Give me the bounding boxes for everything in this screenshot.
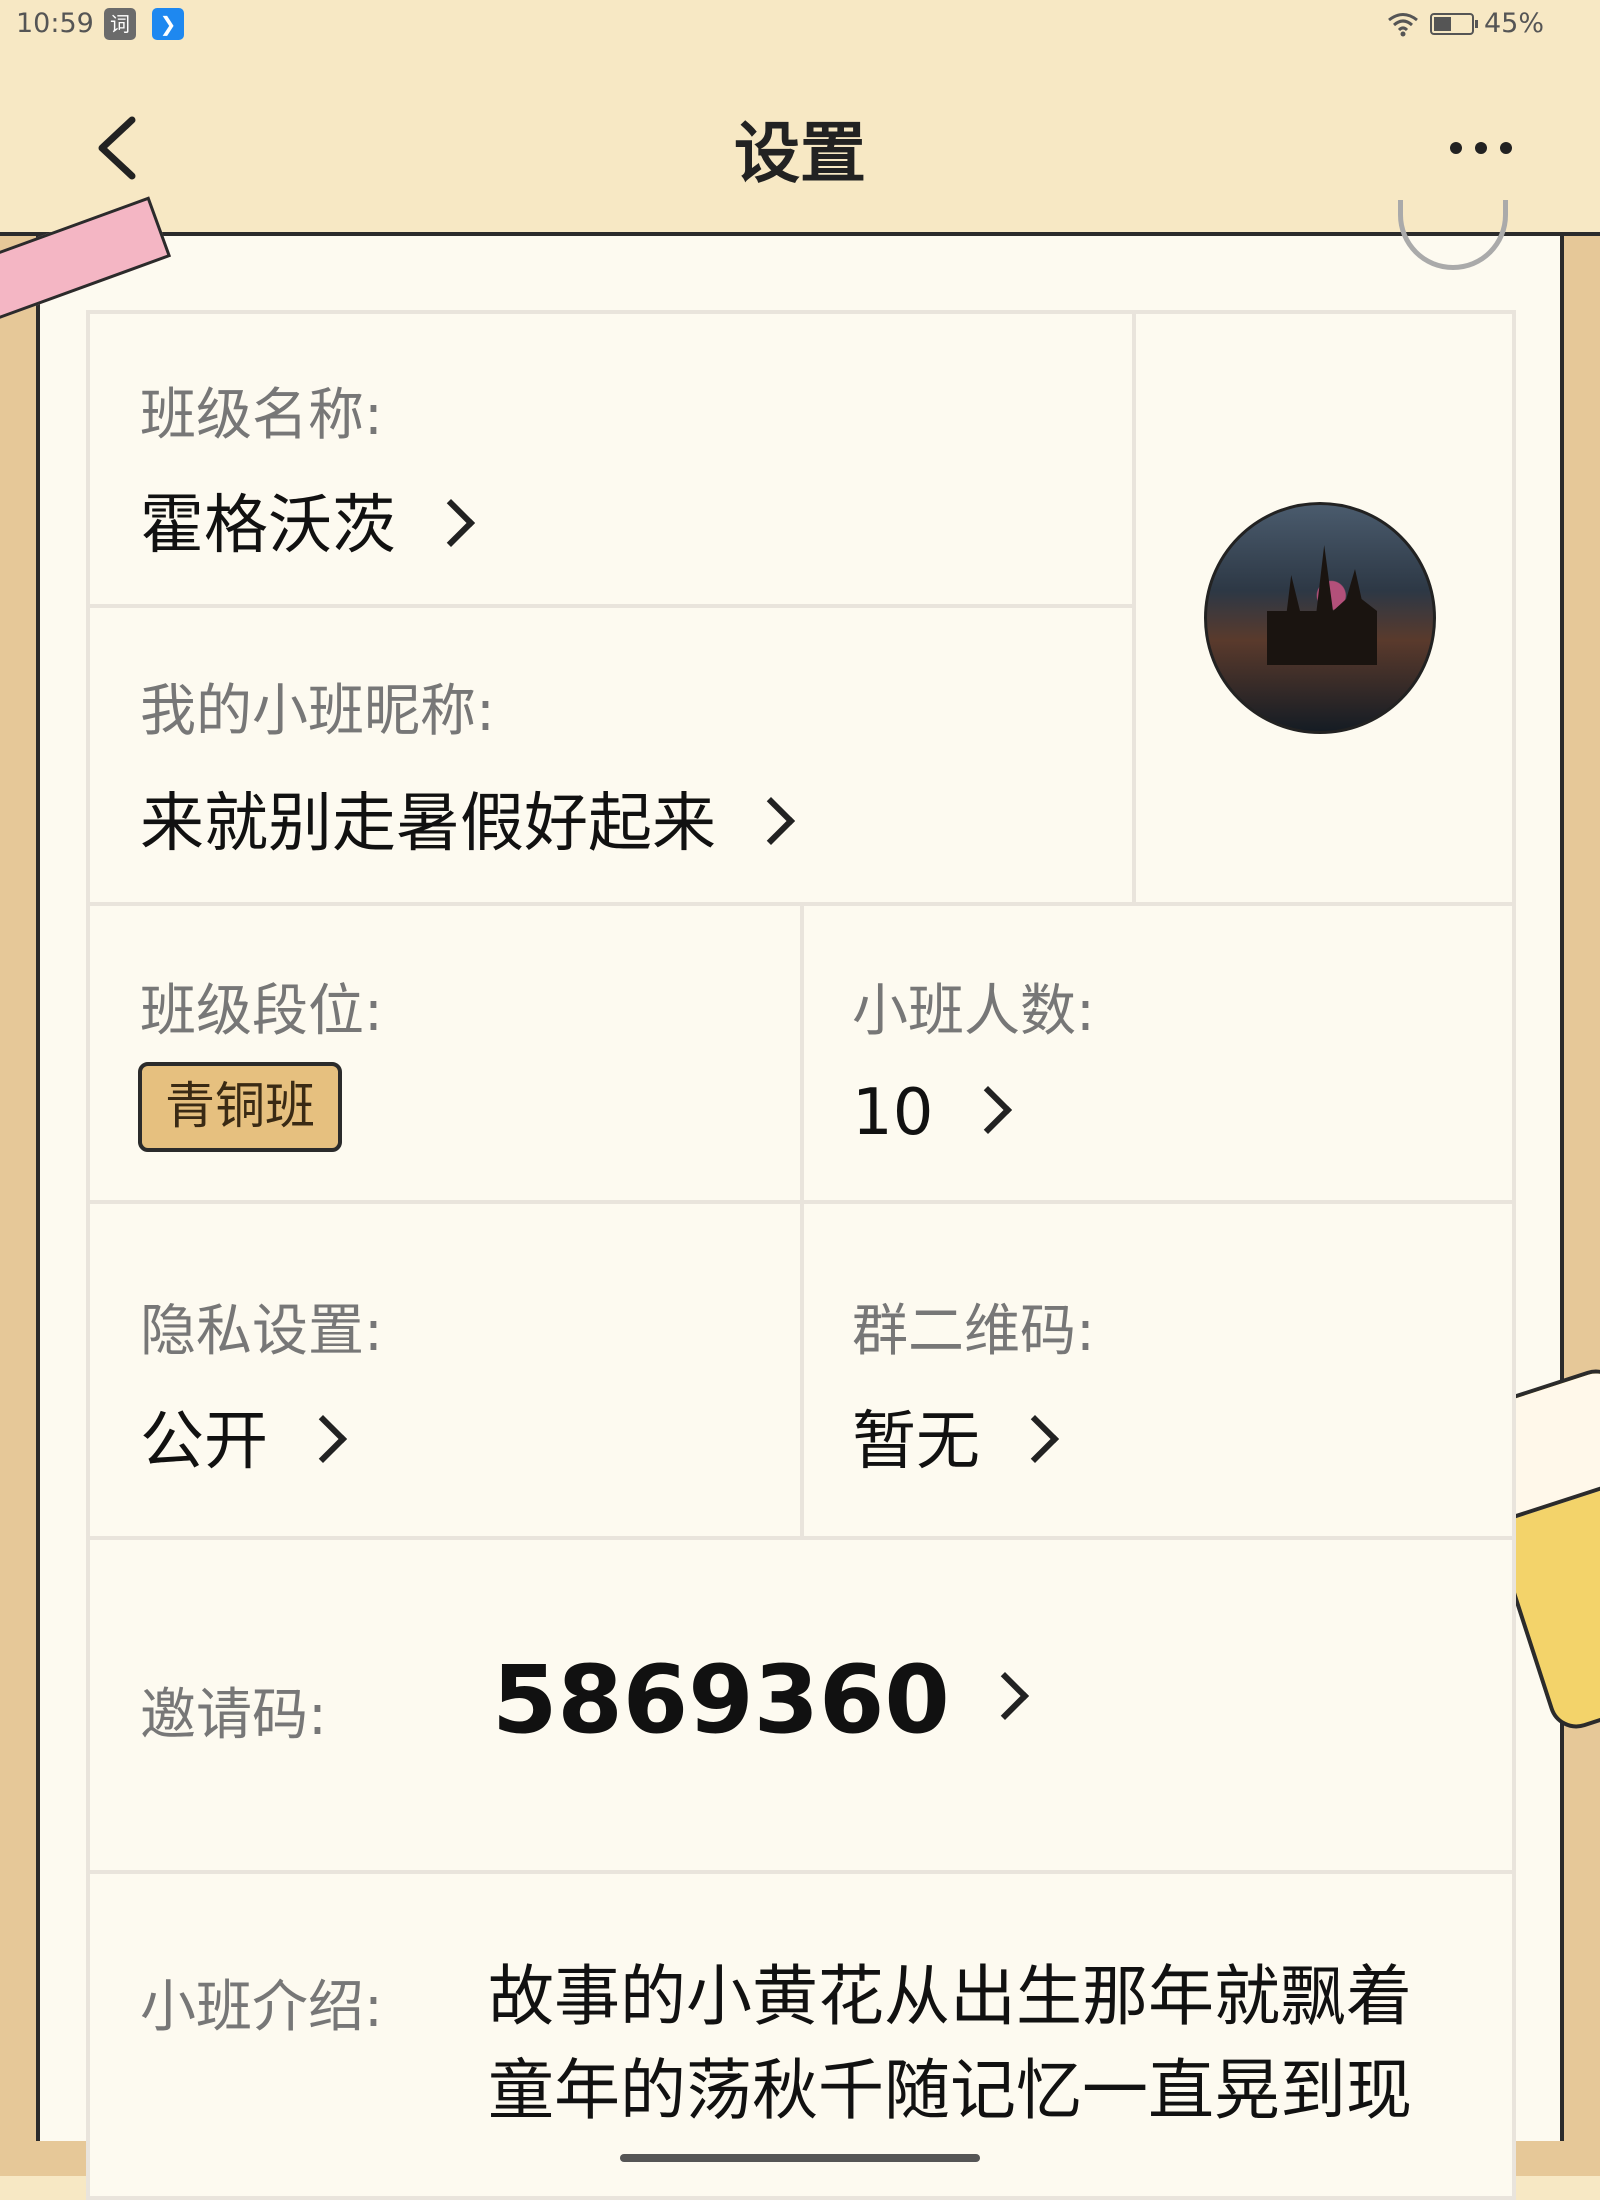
class-name-value-wrap: 霍格沃茨 [140,474,476,566]
class-rank-cell: 班级段位: [86,902,804,1204]
chevron-right-icon [1010,1415,1060,1464]
more-dots-icon [1450,142,1512,154]
status-time: 10:59 [16,8,94,39]
member-count-label: 小班人数: [852,979,1095,1044]
nickname-value: 来就别走暑假好起来 [140,787,716,861]
invite-code-value: 5869360 [492,1646,950,1755]
privacy-label: 隐私设置: [140,1299,383,1364]
nickname-label: 我的小班昵称: [140,679,495,744]
qr-code-label: 群二维码: [852,1299,1095,1364]
member-count-value-wrap: 10 [852,1076,1013,1150]
class-name-label: 班级名称: [140,383,383,448]
qr-code-row[interactable]: 群二维码: 暂无 [800,1200,1516,1540]
chevron-right-icon [964,1086,1013,1135]
battery-percent: 45% [1483,8,1544,39]
class-name-row[interactable]: 班级名称: 霍格沃茨 [86,310,1136,608]
privacy-value: 公开 [140,1405,268,1479]
class-avatar[interactable] [1204,502,1436,734]
rank-badge: 青铜班 [138,1062,342,1152]
invite-code-row[interactable]: 邀请码: 5869360 [86,1536,1516,1874]
class-intro-text: 故事的小黄花从出生那年就飘着童年的荡秋千随记忆一直晃到现 [488,1958,1412,2129]
nickname-row[interactable]: 我的小班昵称: 来就别走暑假好起来 [86,604,1136,906]
qr-code-value-wrap: 暂无 [852,1390,1060,1482]
class-rank-label: 班级段位: [140,979,383,1044]
member-count-row[interactable]: 小班人数: 10 [800,902,1516,1204]
privacy-value-wrap: 公开 [140,1390,348,1482]
battery-icon [1429,12,1478,35]
dictionary-app-icon: 词 [104,8,136,40]
chevron-right-icon [426,499,476,548]
home-indicator[interactable] [620,2154,980,2162]
class-intro-label: 小班介绍: [140,1975,383,2040]
page-title: 设置 [734,115,866,192]
chevron-right-icon [298,1415,348,1464]
header-bar: 设置 [0,50,1600,236]
invite-code-value-wrap: 5869360 [492,1646,1029,1755]
nickname-value-wrap: 来就别走暑假好起来 [140,772,796,864]
more-button[interactable] [1446,136,1516,160]
class-name-value: 霍格沃茨 [140,489,396,563]
chevron-right-icon [980,1672,1029,1721]
privacy-row[interactable]: 隐私设置: 公开 [86,1200,804,1540]
status-bar: 10:59 词 ❯ 45% [0,0,1600,50]
qr-code-value: 暂无 [852,1405,980,1479]
member-count-value: 10 [852,1076,934,1150]
wifi-icon [1388,12,1418,36]
status-right: 45% [1386,8,1544,39]
invite-code-label: 邀请码: [140,1683,327,1748]
app-notification-icon: ❯ [152,8,184,40]
chevron-right-icon [746,797,796,846]
